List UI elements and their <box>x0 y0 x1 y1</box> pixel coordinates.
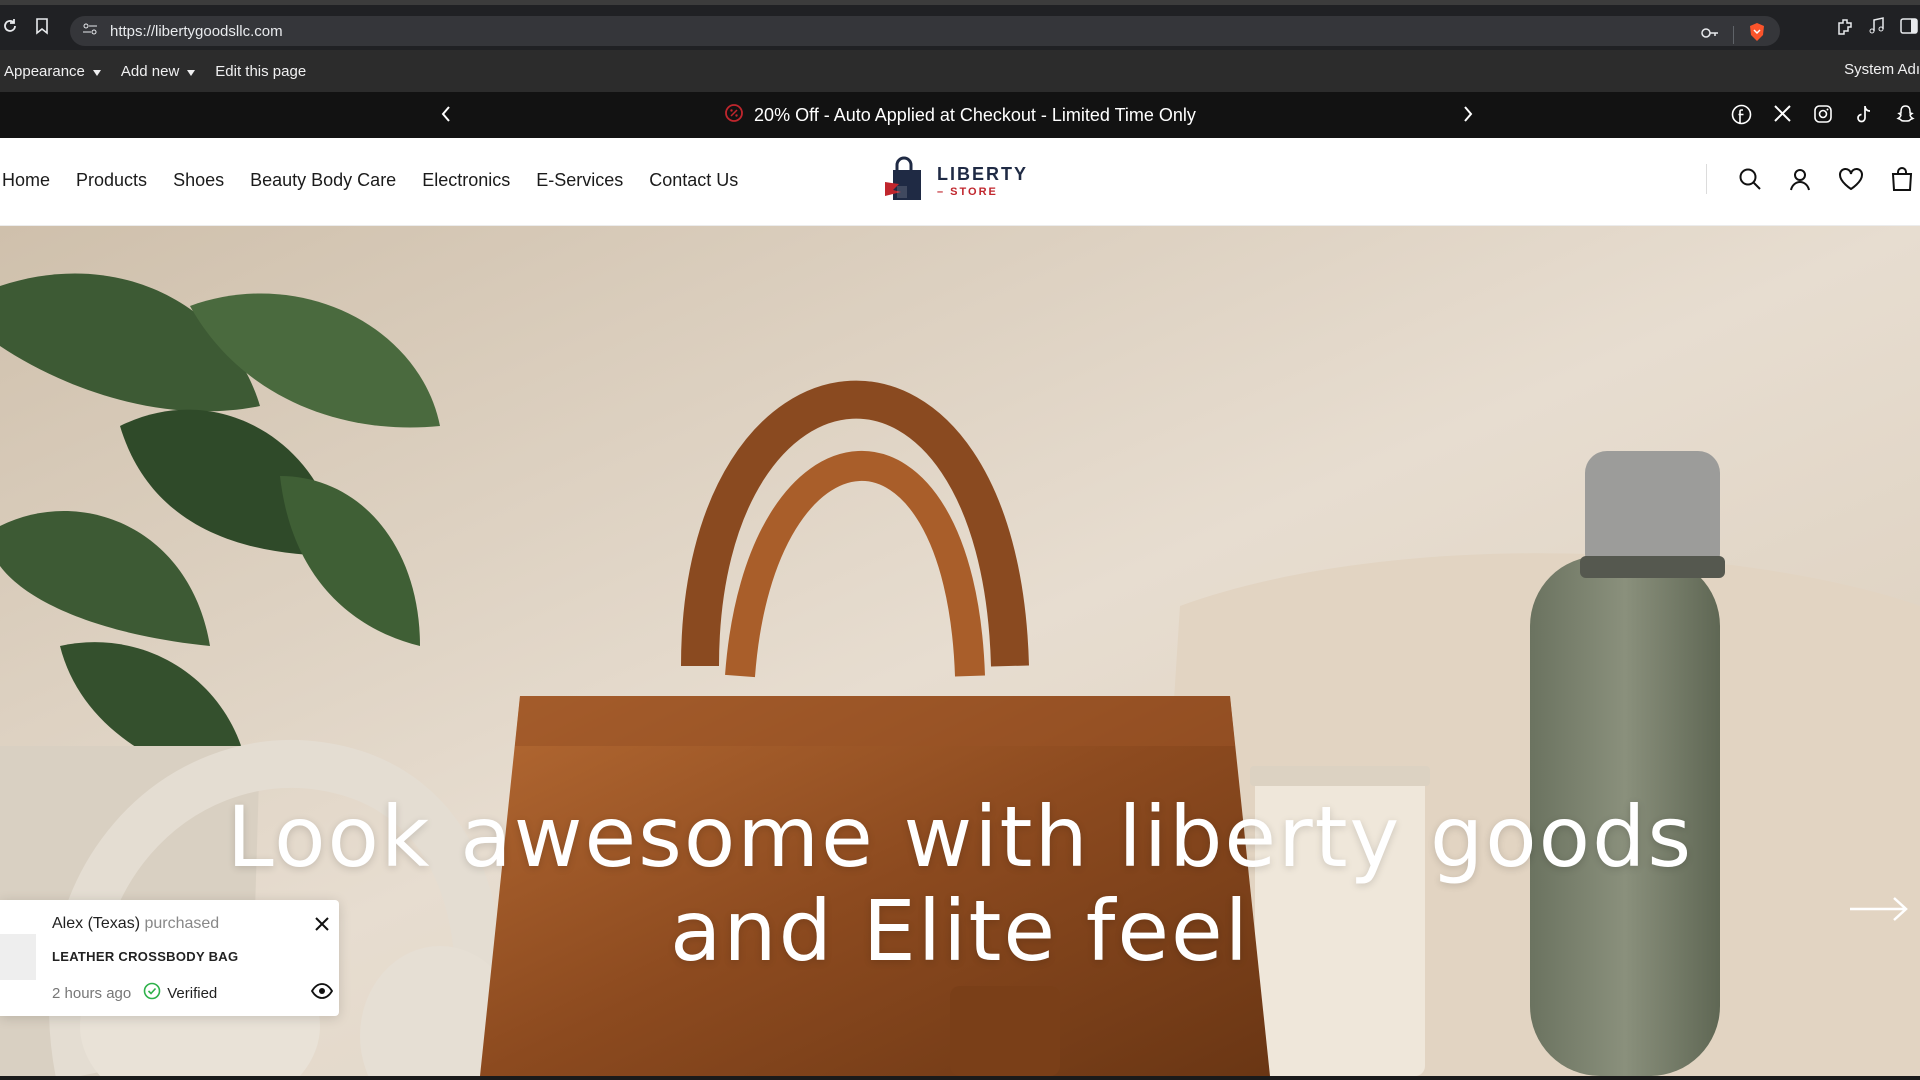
admin-appearance-menu[interactable]: Appearance <box>4 63 101 80</box>
site-header: Home Products Shoes Beauty Body Care Ele… <box>0 138 1920 226</box>
discount-badge-icon <box>724 103 744 128</box>
admin-user-menu[interactable]: System Adı <box>1844 61 1920 78</box>
announcement-next-button[interactable] <box>1460 103 1476 130</box>
brave-shield-icon[interactable] <box>1748 22 1766 47</box>
nav-e-services[interactable]: E-Services <box>536 170 623 191</box>
nav-home[interactable]: Home <box>2 170 50 191</box>
caret-down-icon <box>92 63 101 80</box>
announcement-text: 20% Off - Auto Applied at Checkout - Lim… <box>754 104 1196 125</box>
address-bar[interactable]: https://libertygoodsllc.com <box>70 16 1780 46</box>
snapchat-icon[interactable] <box>1895 104 1916 130</box>
recent-purchase-popup: Alex (Texas) purchased LEATHER CROSSBODY… <box>0 900 339 1016</box>
admin-appearance-label: Appearance <box>4 62 85 80</box>
main-nav: Home Products Shoes Beauty Body Care Ele… <box>2 170 738 191</box>
social-links <box>1731 104 1916 130</box>
url-text: https://libertygoodsllc.com <box>110 22 283 40</box>
wishlist-heart-icon[interactable] <box>1838 167 1864 196</box>
admin-bar: Appearance Add new Edit this page System… <box>0 50 1920 92</box>
header-actions <box>1738 166 1914 197</box>
popup-time: 2 hours ago <box>52 984 132 1002</box>
sidebar-icon[interactable] <box>1900 17 1918 40</box>
password-key-icon[interactable] <box>1701 26 1719 44</box>
close-icon[interactable] <box>313 915 331 938</box>
x-twitter-icon[interactable] <box>1773 104 1792 130</box>
admin-edit-page-link[interactable]: Edit this page <box>215 63 306 80</box>
account-icon[interactable] <box>1788 167 1812 196</box>
announcement-prev-button[interactable] <box>438 103 454 130</box>
cart-bag-icon[interactable] <box>1890 166 1914 197</box>
instagram-icon[interactable] <box>1813 104 1833 130</box>
nav-shoes[interactable]: Shoes <box>173 170 224 191</box>
extensions-icon[interactable] <box>1836 17 1854 40</box>
admin-add-new-label: Add new <box>120 62 180 80</box>
slider-next-arrow[interactable] <box>1848 894 1910 929</box>
site-logo[interactable]: LIBERTY – STORE <box>883 156 1028 207</box>
caret-down-icon <box>187 63 196 80</box>
divider <box>1733 25 1734 44</box>
admin-edit-page-label: Edit this page <box>215 62 307 80</box>
eye-icon[interactable] <box>310 983 334 1004</box>
nav-beauty-body-care[interactable]: Beauty Body Care <box>250 170 396 191</box>
verified-label: Verified <box>167 984 218 1002</box>
popup-buyer: Alex (Texas) purchased <box>52 915 219 933</box>
tiktok-icon[interactable] <box>1854 104 1874 130</box>
popup-product-name[interactable]: LEATHER CROSSBODY BAG <box>52 949 238 964</box>
announcement-bar: 20% Off - Auto Applied at Checkout - Lim… <box>0 92 1920 138</box>
bookmark-icon[interactable] <box>24 8 60 44</box>
verified-check-icon <box>143 982 161 1004</box>
header-divider <box>1706 164 1707 194</box>
browser-toolbar: https://libertygoodsllc.com <box>0 0 1920 50</box>
media-icon[interactable] <box>1868 17 1886 40</box>
admin-add-new-menu[interactable]: Add new <box>120 62 196 80</box>
hero-headline-line1: Look awesome with liberty goods <box>226 788 1694 886</box>
site-settings-icon[interactable] <box>82 22 98 41</box>
popup-buyer-name: Alex (Texas) <box>52 915 141 932</box>
logo-subtitle: – STORE <box>937 186 998 198</box>
product-thumbnail <box>0 934 36 980</box>
logo-word: LIBERTY <box>937 164 1029 184</box>
nav-contact-us[interactable]: Contact Us <box>649 170 738 191</box>
bottom-edge <box>0 1076 1920 1080</box>
popup-action: purchased <box>144 915 220 932</box>
shopping-bag-logo-icon <box>883 156 925 207</box>
facebook-icon[interactable] <box>1731 104 1752 130</box>
nav-products[interactable]: Products <box>76 170 147 191</box>
nav-electronics[interactable]: Electronics <box>422 170 510 191</box>
admin-user-label: System Adı <box>1844 61 1920 78</box>
search-icon[interactable] <box>1738 167 1762 196</box>
